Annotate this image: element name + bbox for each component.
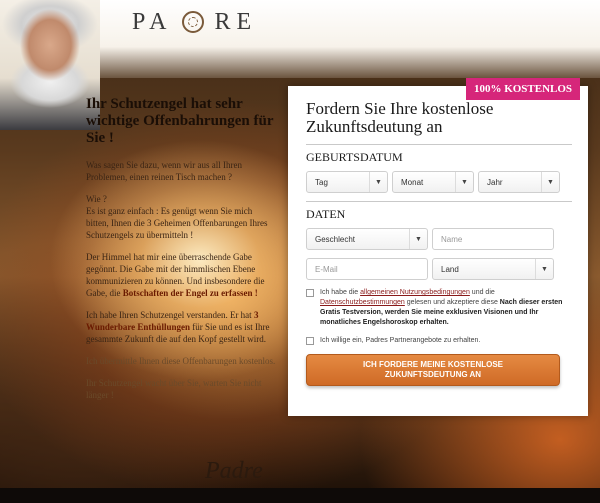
terms-text-3: gelesen und akzeptiere diese — [404, 299, 500, 306]
logo-text-left: PA — [132, 8, 173, 35]
logo[interactable]: PA RE — [132, 8, 257, 36]
terms-text: Ich habe die allgemeinen Nutzungsbedingu… — [320, 288, 570, 328]
intro-paragraph-1: Was sagen Sie dazu, wenn wir aus all Ihr… — [86, 160, 242, 182]
intro-paragraph-2: Wie ? Es ist ganz einfach : Es genügt we… — [86, 193, 276, 241]
chevron-down-icon: ▼ — [535, 259, 553, 279]
intro-paragraph-5: Ich übermittle Ihnen diese Offenbarungen… — [86, 356, 276, 366]
intro-paragraph-2b: Es ist ganz einfach : Es genügt wenn Sie… — [86, 206, 268, 240]
intro-paragraph-3: Der Himmel hat mir eine überraschende Ga… — [86, 251, 276, 299]
data-label: DATEN — [306, 201, 572, 222]
terms-checkbox[interactable] — [306, 289, 314, 297]
chevron-down-icon: ▼ — [455, 172, 473, 192]
chevron-down-icon: ▼ — [541, 172, 559, 192]
data-row-1: Geschlecht ▼ Name — [306, 228, 570, 250]
country-select[interactable]: Land ▼ — [432, 258, 554, 280]
partner-text: Ich willige ein, Padres Partnerangebote … — [320, 337, 481, 344]
submit-button[interactable]: ICH FORDERE MEINE KOSTENLOSE ZUKUNFTSDEU… — [306, 354, 560, 386]
lead-form: Fordern Sie Ihre kostenlose Zukunftsdeut… — [288, 86, 588, 416]
free-badge: 100% KOSTENLOS — [466, 78, 580, 100]
intro-paragraph-4a: Ich habe Ihren Schutzengel verstanden. E… — [86, 310, 254, 320]
gender-select-value: Geschlecht — [315, 234, 356, 244]
terms-row: Ich habe die allgemeinen Nutzungsbedingu… — [306, 288, 570, 328]
terms-link[interactable]: allgemeinen Nutzungsbedingungen — [360, 289, 470, 296]
intro-paragraph-6: Ihr Schutzengel wacht über Sie, warten S… — [86, 378, 262, 400]
terms-text-1: Ich habe die — [320, 289, 361, 296]
privacy-link[interactable]: Datenschutzbestimmungen — [320, 299, 405, 306]
bottom-bar — [0, 488, 600, 503]
month-select-value: Monat — [401, 177, 424, 187]
chevron-down-icon: ▼ — [369, 172, 387, 192]
email-input[interactable]: E-Mail — [306, 258, 428, 280]
partner-checkbox[interactable] — [306, 337, 314, 345]
birthdate-label: GEBURTSDATUM — [306, 144, 572, 165]
day-select[interactable]: Tag ▼ — [306, 171, 388, 193]
padre-portrait — [0, 0, 100, 130]
name-input[interactable]: Name — [432, 228, 554, 250]
logo-text-right: RE — [214, 8, 258, 35]
mandala-icon — [182, 11, 205, 33]
intro-paragraph-2a: Wie ? — [86, 194, 107, 204]
year-select-value: Jahr — [487, 177, 503, 187]
intro-paragraph-4: Ich habe Ihren Schutzengel verstanden. E… — [86, 309, 276, 345]
partner-row: Ich willige ein, Padres Partnerangebote … — [306, 336, 570, 346]
form-title: Fordern Sie Ihre kostenlose Zukunftsdeut… — [306, 99, 494, 136]
birthdate-row: Tag ▼ Monat ▼ Jahr ▼ — [306, 171, 570, 193]
gender-select[interactable]: Geschlecht ▼ — [306, 228, 428, 250]
country-select-value: Land — [441, 264, 459, 274]
terms-text-2: und die — [469, 289, 495, 296]
intro-highlight-1: Botschaften der Engel zu erfassen ! — [122, 288, 258, 298]
intro-copy: Ihr Schutzengel hat sehr wichtige Offenb… — [86, 96, 276, 411]
intro-headline: Ihr Schutzengel hat sehr wichtige Offenb… — [86, 96, 274, 146]
chevron-down-icon: ▼ — [409, 229, 427, 249]
month-select[interactable]: Monat ▼ — [392, 171, 474, 193]
data-row-2: E-Mail Land ▼ — [306, 258, 570, 280]
day-select-value: Tag — [315, 177, 328, 187]
year-select[interactable]: Jahr ▼ — [478, 171, 560, 193]
